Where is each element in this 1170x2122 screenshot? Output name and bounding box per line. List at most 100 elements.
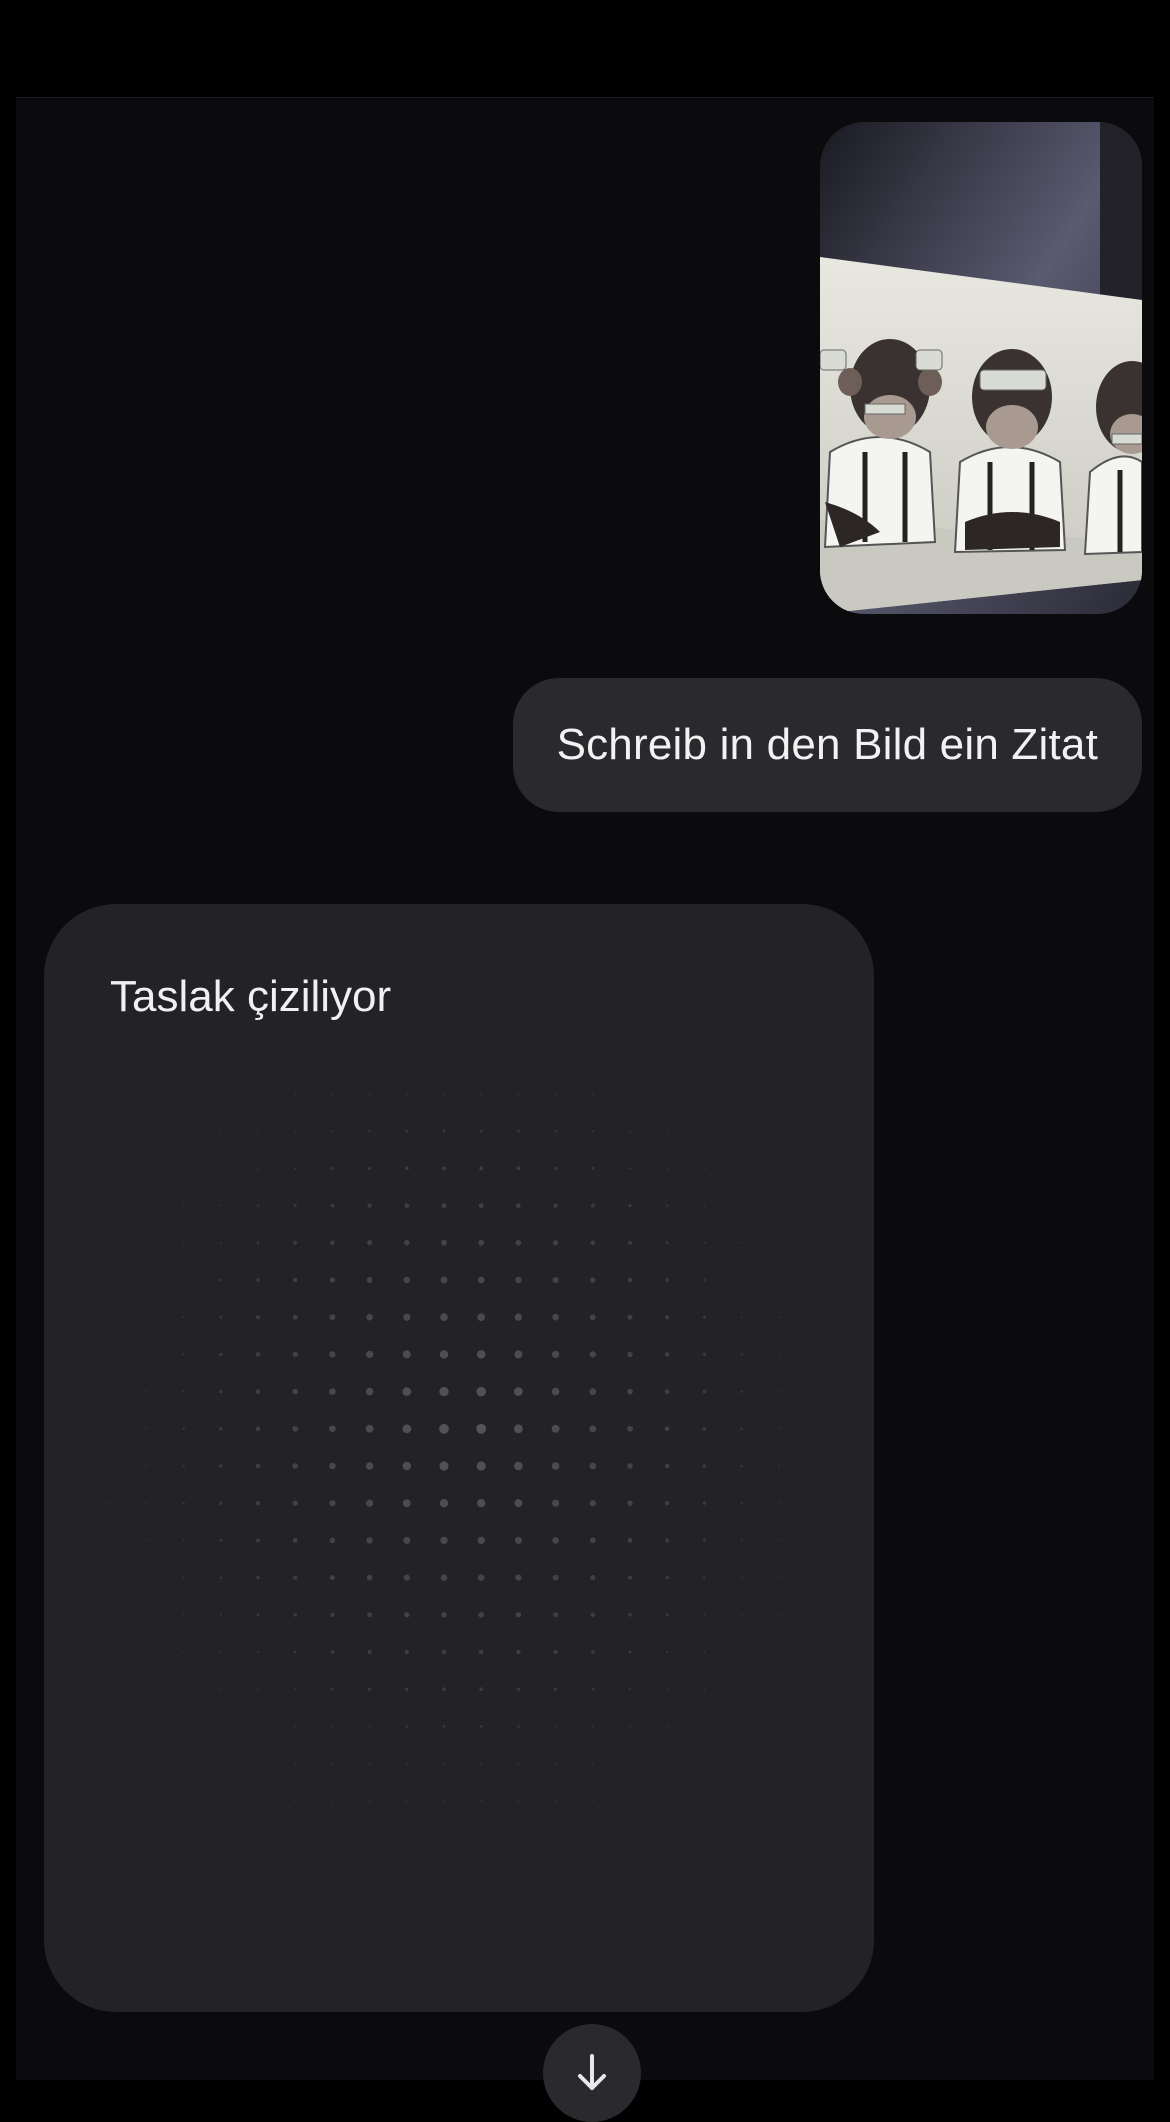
- drafting-dot: [145, 1130, 148, 1133]
- drafting-dot: [628, 1650, 632, 1654]
- drafting-dot: [777, 1762, 780, 1765]
- drafting-dot: [553, 1612, 559, 1618]
- drafting-dot: [815, 1725, 817, 1728]
- drafting-dot: [665, 1575, 669, 1580]
- drafting-dot: [292, 1277, 298, 1283]
- drafting-dot: [182, 1279, 185, 1281]
- drafting-dot: [405, 1799, 408, 1802]
- drafting-dot: [553, 1240, 559, 1246]
- drafting-dot: [71, 1279, 73, 1281]
- drafting-dot: [627, 1537, 633, 1543]
- drafting-dot: [815, 1762, 817, 1765]
- drafting-dot: [294, 1130, 297, 1133]
- drafting-dot: [292, 1388, 298, 1395]
- drafting-dot: [702, 1464, 707, 1468]
- drafting-dot: [440, 1276, 448, 1284]
- drafting-dot: [777, 1725, 780, 1728]
- drafting-dot: [666, 1650, 669, 1654]
- drafting-dot: [702, 1389, 707, 1394]
- drafting-dot: [145, 1651, 148, 1653]
- drafting-dot: [108, 1093, 111, 1095]
- drafting-dot: [256, 1538, 260, 1543]
- drafting-dot: [182, 1799, 185, 1802]
- drafting-dot: [257, 1093, 259, 1095]
- drafting-dot: [71, 1353, 73, 1356]
- drafting-dot: [182, 1502, 185, 1505]
- drafting-dot: [514, 1350, 523, 1359]
- drafting-dot: [815, 1279, 817, 1281]
- drafting-dot: [553, 1203, 558, 1208]
- user-message-bubble[interactable]: Schreib in den Bild ein Zitat: [512, 678, 1142, 812]
- drafting-dot: [477, 1276, 485, 1284]
- drafting-dot: [477, 1574, 485, 1581]
- drafting-dot: [589, 1462, 597, 1470]
- drafting-dot: [478, 1612, 484, 1618]
- drafting-dot: [365, 1387, 374, 1396]
- drafting-dot: [554, 1093, 557, 1095]
- drafting-dot: [145, 1688, 148, 1691]
- drafting-dot: [665, 1278, 670, 1282]
- drafting-dot: [182, 1613, 185, 1616]
- drafting-dot: [182, 1241, 185, 1244]
- drafting-dot: [815, 1427, 817, 1430]
- scroll-down-button[interactable]: [543, 2024, 641, 2122]
- drafting-dot: [257, 1688, 259, 1691]
- drafting-dot: [145, 1725, 148, 1728]
- drafting-dot: [477, 1536, 485, 1545]
- drafting-dot: [591, 1725, 594, 1728]
- drafting-dot: [553, 1649, 558, 1655]
- drafting-dot: [740, 1390, 743, 1393]
- drafting-dot: [329, 1425, 336, 1433]
- drafting-dot: [740, 1204, 743, 1207]
- drafting-dot: [777, 1502, 780, 1505]
- drafting-dot: [554, 1725, 557, 1728]
- drafting-dot: [255, 1389, 261, 1394]
- drafting-dot: [257, 1762, 259, 1765]
- drafting-dot: [219, 1688, 222, 1691]
- drafting-dot: [368, 1687, 372, 1691]
- drafting-dot: [367, 1166, 372, 1171]
- drafting-dot: [443, 1799, 445, 1802]
- drafting-dot: [219, 1315, 223, 1319]
- drafting-dot: [145, 1167, 148, 1170]
- drafting-dot: [703, 1762, 706, 1765]
- drafting-dot: [590, 1575, 596, 1581]
- drafting-dot: [740, 1093, 743, 1095]
- drafting-dot: [405, 1129, 409, 1133]
- drafting-dot: [108, 1130, 111, 1133]
- drafting-dot: [589, 1425, 597, 1433]
- drafting-dot: [591, 1130, 594, 1133]
- drafting-dot: [552, 1574, 559, 1581]
- drafting-dot: [256, 1278, 260, 1282]
- drafting-dot: [439, 1350, 449, 1359]
- drafting-dot: [439, 1499, 449, 1508]
- drafting-dot: [145, 1613, 148, 1616]
- drafting-dot: [777, 1613, 780, 1616]
- drafting-dot: [589, 1351, 596, 1358]
- drafting-dot: [703, 1688, 706, 1691]
- drafting-dot: [439, 1423, 449, 1434]
- arrow-down-icon: [578, 2054, 606, 2090]
- drafting-dot: [628, 1167, 632, 1170]
- drafting-dot: [330, 1203, 335, 1208]
- drafting-dot: [589, 1314, 596, 1321]
- drafting-dot: [815, 1651, 817, 1653]
- drafting-dot: [71, 1093, 73, 1095]
- drafting-dot: [219, 1464, 223, 1468]
- drafting-dot: [516, 1203, 521, 1208]
- drafting-dot: [219, 1613, 222, 1616]
- user-uploaded-image[interactable]: [820, 122, 1142, 614]
- drafting-dot: [145, 1241, 148, 1244]
- drafting-dot: [441, 1203, 447, 1209]
- drafting-dot: [815, 1241, 817, 1244]
- drafting-dot: [108, 1390, 111, 1393]
- drafting-dot: [145, 1502, 148, 1505]
- drafting-dot: [478, 1203, 484, 1209]
- drafting-dot: [815, 1613, 817, 1616]
- drafting-dot: [443, 1093, 445, 1095]
- drafting-dot: [145, 1762, 148, 1765]
- drafting-dot: [627, 1425, 633, 1432]
- drafting-dot: [590, 1612, 595, 1617]
- drafting-dot: [815, 1539, 817, 1542]
- drafting-dot: [255, 1463, 261, 1469]
